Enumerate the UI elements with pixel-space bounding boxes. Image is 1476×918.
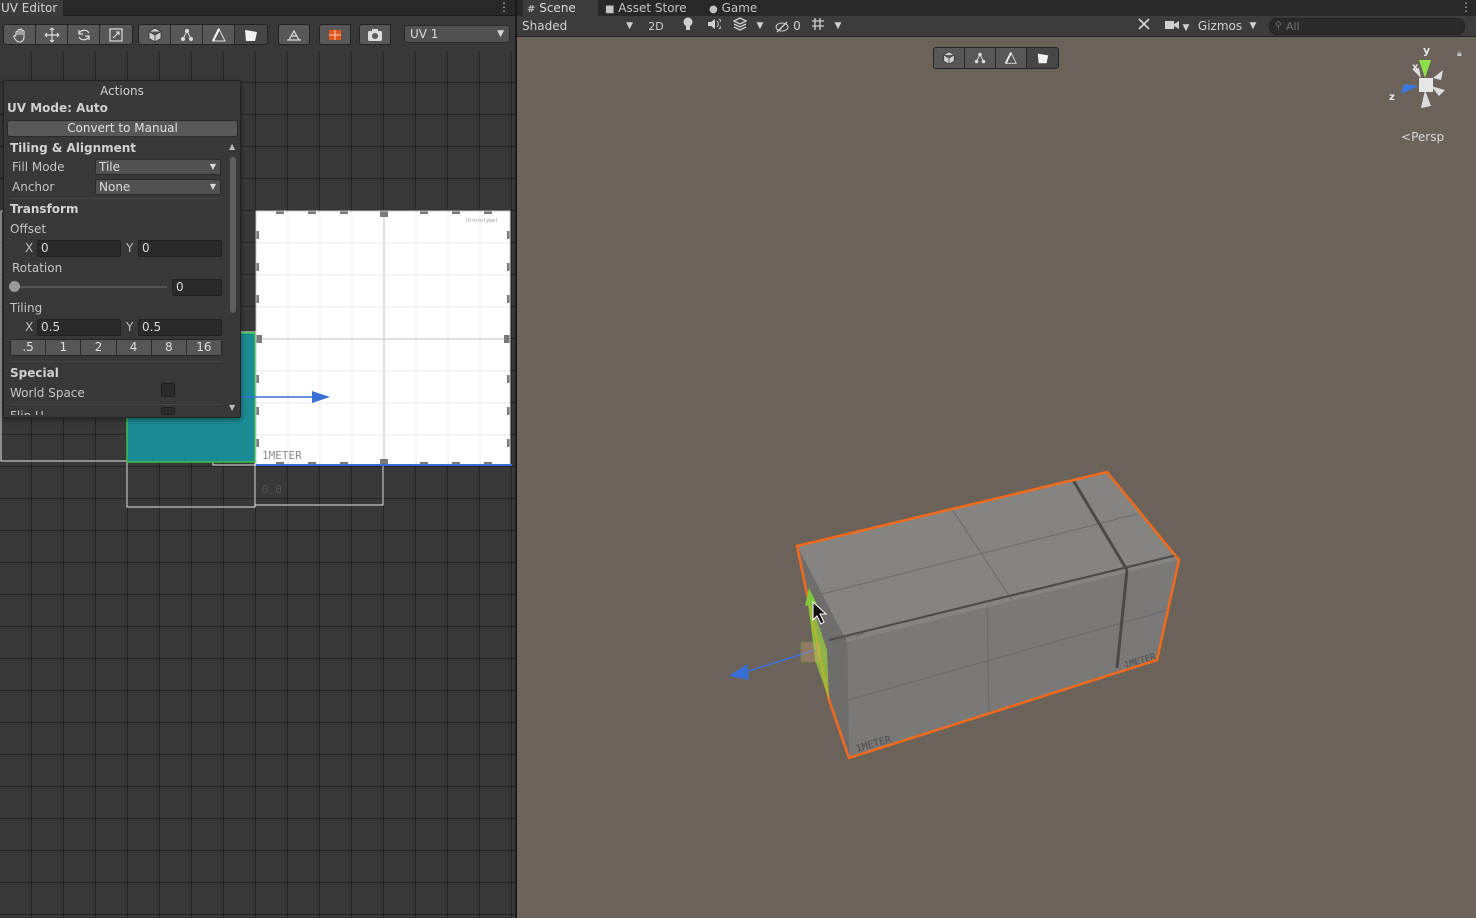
move-icon bbox=[44, 27, 59, 42]
uv-channel-dropdown[interactable]: UV 1 ▼ bbox=[404, 25, 510, 43]
uv-channel-value: UV 1 bbox=[410, 27, 439, 41]
uv-editor-menu-icon[interactable]: ⋮ bbox=[498, 1, 510, 15]
rotation-field[interactable]: 0 bbox=[172, 279, 222, 296]
tiling-preset-button[interactable]: 2 bbox=[81, 340, 117, 355]
tiling-preset-button[interactable]: 8 bbox=[151, 340, 187, 355]
rotate-icon bbox=[77, 29, 90, 40]
offset-y-field[interactable]: 0 bbox=[138, 240, 222, 257]
face-mode-button[interactable] bbox=[235, 25, 267, 44]
world-space-label: World Space bbox=[10, 386, 85, 400]
tiling-preset-button[interactable]: .5 bbox=[11, 340, 47, 355]
uv-texture-preview: 1METER (Prototype) bbox=[255, 210, 512, 466]
uv-island-outline[interactable] bbox=[126, 460, 256, 508]
uv-texture-label: 1METER bbox=[262, 449, 302, 462]
scroll-up-icon[interactable]: ▲ bbox=[229, 142, 235, 151]
offset-label: Offset bbox=[10, 222, 47, 236]
actions-title: Actions bbox=[100, 84, 144, 98]
offset-y-axis-label: Y bbox=[126, 241, 134, 255]
scale-icon bbox=[109, 27, 123, 42]
edge-mode-button[interactable] bbox=[203, 25, 235, 44]
face-icon bbox=[245, 29, 257, 41]
scale-tool-button[interactable] bbox=[100, 25, 132, 44]
vertex-icon bbox=[180, 28, 193, 41]
vertex-mode-button[interactable] bbox=[171, 25, 203, 44]
camera-icon bbox=[368, 28, 382, 41]
edge-icon bbox=[211, 27, 226, 41]
fill-mode-value: Tile bbox=[99, 160, 121, 174]
rotation-slider-track[interactable] bbox=[14, 286, 167, 288]
hand-tool-button[interactable] bbox=[4, 25, 36, 44]
grid-toggle-icon bbox=[329, 29, 341, 40]
select-mode-group bbox=[138, 24, 268, 45]
selected-cube-mesh[interactable]: 1METER 1METER (Prototype) bbox=[795, 470, 1181, 760]
tiling-alignment-header: Tiling & Alignment bbox=[10, 141, 137, 155]
rotate-tool-button[interactable] bbox=[68, 25, 100, 44]
scroll-down-icon[interactable]: ▼ bbox=[229, 403, 235, 412]
anchor-value: None bbox=[99, 180, 131, 194]
transform-header: Transform bbox=[10, 202, 79, 216]
chevron-down-icon: ▼ bbox=[209, 182, 216, 191]
fill-mode-label: Fill Mode bbox=[12, 160, 65, 174]
tiling-y-axis-label: Y bbox=[126, 320, 134, 334]
tiling-preset-button[interactable]: 16 bbox=[186, 340, 221, 355]
tiling-x-field[interactable]: 0.5 bbox=[37, 319, 121, 336]
offset-x-field[interactable]: 0 bbox=[37, 240, 121, 257]
scroll-thumb[interactable] bbox=[230, 157, 236, 313]
special-header: Special bbox=[10, 366, 59, 380]
uv-mode-label: UV Mode: Auto bbox=[7, 101, 108, 115]
tiling-preset-button[interactable]: 1 bbox=[46, 340, 82, 355]
uv-editor-tab[interactable]: UV Editor bbox=[0, 0, 64, 16]
uv-origin-label: 0,0 bbox=[262, 483, 282, 496]
uv-texture-small-label: (Prototype) bbox=[465, 218, 498, 224]
chevron-down-icon: ▼ bbox=[497, 29, 504, 39]
scene-move-gizmo[interactable] bbox=[729, 588, 822, 680]
fill-mode-dropdown[interactable]: Tile ▼ bbox=[95, 159, 221, 175]
section-divider bbox=[10, 361, 222, 362]
stitch-icon bbox=[287, 29, 301, 41]
uv-editor-tabbar: UV Editor ⋮ bbox=[0, 0, 515, 16]
section-divider bbox=[10, 404, 222, 405]
offset-x-axis-label: X bbox=[25, 241, 34, 255]
section-divider bbox=[10, 198, 222, 199]
flip-u-checkbox[interactable] bbox=[161, 407, 175, 415]
render-uv-button[interactable] bbox=[359, 24, 391, 45]
transform-tool-group bbox=[3, 24, 133, 45]
scene-panel: # Scene ■ Asset Store ● Game ⋮ Shaded ▼ … bbox=[517, 0, 1476, 918]
tiling-y-field[interactable]: 0.5 bbox=[138, 319, 222, 336]
tiling-label: Tiling bbox=[10, 301, 43, 315]
chevron-down-icon: ▼ bbox=[209, 162, 216, 171]
tiling-preset-group: .5 1 2 4 8 16 bbox=[10, 339, 222, 356]
object-mode-button[interactable] bbox=[139, 25, 171, 44]
tiling-preset-button[interactable]: 4 bbox=[116, 340, 152, 355]
tiling-x-axis-label: X bbox=[25, 320, 34, 334]
flip-u-label: Flip U bbox=[10, 409, 44, 415]
world-space-checkbox[interactable] bbox=[161, 383, 175, 397]
actions-panel: Actions UV Mode: Auto Convert to Manual … bbox=[3, 80, 241, 418]
cube-icon bbox=[148, 27, 161, 42]
rotation-slider-handle[interactable] bbox=[9, 281, 20, 292]
move-tool-button[interactable] bbox=[36, 25, 68, 44]
anchor-dropdown[interactable]: None ▼ bbox=[95, 179, 221, 195]
rotation-label: Rotation bbox=[12, 261, 63, 275]
convert-to-manual-button[interactable]: Convert to Manual bbox=[7, 120, 238, 137]
actions-scrollbar[interactable]: ▲ ▼ bbox=[228, 142, 238, 417]
texture-preview-toggle[interactable] bbox=[319, 24, 351, 45]
anchor-label: Anchor bbox=[12, 180, 55, 194]
uv-stitch-button[interactable] bbox=[278, 24, 310, 45]
uv-editor-panel: UV Editor ⋮ UV 1 ▼ 1METER (Prototype) 0,… bbox=[0, 0, 515, 918]
scene-viewport[interactable]: 1METER 1METER (Prototype) bbox=[517, 0, 1476, 918]
hand-icon bbox=[12, 27, 25, 43]
